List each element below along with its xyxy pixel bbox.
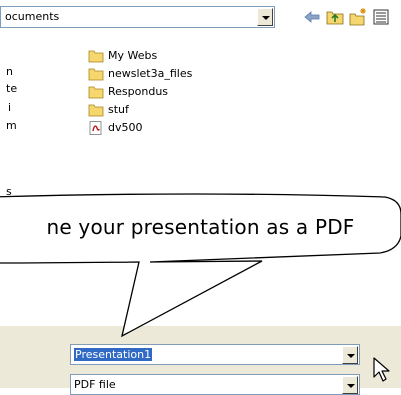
callout-bubble <box>0 193 401 338</box>
mouse-cursor-icon <box>373 357 390 382</box>
callout-text: ne your presentation as a PDF <box>46 215 355 239</box>
